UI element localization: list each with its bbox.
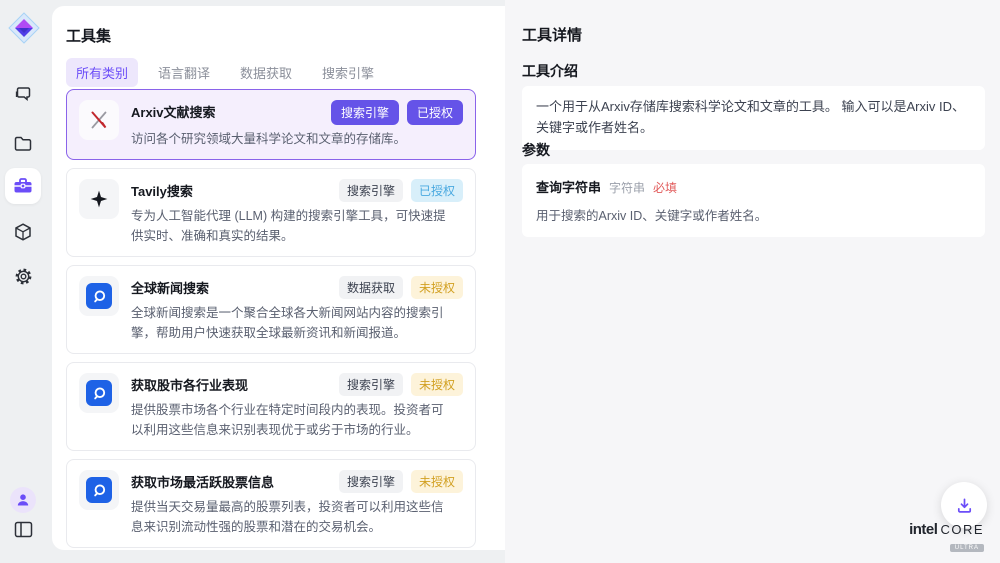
gear-icon <box>13 266 34 287</box>
news-search-icon <box>79 276 119 316</box>
tab-all-categories[interactable]: 所有类别 <box>66 58 138 87</box>
tab-data-fetch[interactable]: 数据获取 <box>230 58 302 87</box>
category-badge: 搜索引擎 <box>339 179 403 202</box>
panel-toggle-icon <box>14 521 33 538</box>
user-avatar-icon <box>15 492 31 508</box>
folder-icon <box>13 134 33 154</box>
user-avatar[interactable] <box>10 487 36 513</box>
cube-icon <box>13 222 33 242</box>
sidebar-item-toolbox[interactable] <box>5 168 41 204</box>
tool-name: 全球新闻搜索 <box>131 276 209 297</box>
intel-core-logo: intel CORE ULTRA <box>909 522 984 553</box>
param-name: 查询字符串 <box>536 177 601 196</box>
status-badge: 已授权 <box>411 179 463 202</box>
param-required-label: 必填 <box>653 179 677 196</box>
tool-card-tavily[interactable]: Tavily搜索 搜索引擎 已授权 专为人工智能代理 (LLM) 构建的搜索引擎… <box>66 168 476 257</box>
tool-description: 全球新闻搜索是一个聚合全球各大新闻网站内容的搜索引擎，帮助用户快速获取全球最新资… <box>131 303 453 343</box>
tool-name: 获取市场最活跃股票信息 <box>131 470 274 491</box>
sidebar-collapse-toggle[interactable] <box>8 514 38 544</box>
status-badge: 未授权 <box>411 470 463 493</box>
sidebar-item-chat[interactable] <box>5 76 41 112</box>
tool-name: 获取股市各行业表现 <box>131 373 248 394</box>
sidebar-item-files[interactable] <box>5 126 41 162</box>
intro-card: 一个用于从Arxiv存储库搜索科学论文和文章的工具。 输入可以是Arxiv ID… <box>522 86 985 150</box>
status-badge: 已授权 <box>407 100 463 125</box>
category-badge: 数据获取 <box>339 276 403 299</box>
download-icon <box>955 496 974 515</box>
tool-card-global-news-search[interactable]: 全球新闻搜索 数据获取 未授权 全球新闻搜索是一个聚合全球各大新闻网站内容的搜索… <box>66 265 476 354</box>
tool-list: Arxiv文献搜索 搜索引擎 已授权 访问各个研究领域大量科学论文和文章的存储库… <box>66 89 476 551</box>
param-card: 查询字符串 字符串 必填 用于搜索的Arxiv ID、关键字或作者姓名。 <box>522 164 985 237</box>
tool-description: 访问各个研究领域大量科学论文和文章的存储库。 <box>131 129 453 149</box>
tool-name: Tavily搜索 <box>131 179 193 200</box>
status-badge: 未授权 <box>411 373 463 396</box>
tool-card-sector-performance[interactable]: 获取股市各行业表现 搜索引擎 未授权 提供股票市场各个行业在特定时间段内的表现。… <box>66 362 476 451</box>
sidebar-item-packages[interactable] <box>5 214 41 250</box>
status-badge: 未授权 <box>411 276 463 299</box>
toolbox-icon <box>12 175 34 197</box>
sparkle-icon <box>79 179 119 219</box>
detail-title: 工具详情 <box>522 24 582 45</box>
param-type: 字符串 <box>609 179 645 196</box>
tool-description: 专为人工智能代理 (LLM) 构建的搜索引擎工具，可快速提供实时、准确和真实的结… <box>131 206 453 246</box>
tool-description: 提供股票市场各个行业在特定时间段内的表现。投资者可以利用这些信息来识别表现优于或… <box>131 400 453 440</box>
params-heading: 参数 <box>522 140 550 160</box>
app-logo-icon <box>8 12 40 44</box>
tools-panel-title: 工具集 <box>66 25 111 46</box>
brand-secondary: CORE <box>940 523 984 536</box>
tool-detail-panel: 工具详情 工具介绍 一个用于从Arxiv存储库搜索科学论文和文章的工具。 输入可… <box>505 0 1000 563</box>
category-tabs: 所有类别 语言翻译 数据获取 搜索引擎 <box>66 58 384 87</box>
arxiv-icon <box>79 100 119 140</box>
brand-badge: ULTRA <box>950 544 984 552</box>
tool-description: 提供当天交易量最高的股票列表，投资者可以利用这些信息来识别流动性强的股票和潜在的… <box>131 497 453 537</box>
news-search-icon <box>79 470 119 510</box>
category-badge: 搜索引擎 <box>331 100 399 125</box>
tool-card-arxiv[interactable]: Arxiv文献搜索 搜索引擎 已授权 访问各个研究领域大量科学论文和文章的存储库… <box>66 89 476 160</box>
tool-name: Arxiv文献搜索 <box>131 100 216 121</box>
category-badge: 搜索引擎 <box>339 373 403 396</box>
category-badge: 搜索引擎 <box>339 470 403 493</box>
tab-search-engine[interactable]: 搜索引擎 <box>312 58 384 87</box>
tab-language-translation[interactable]: 语言翻译 <box>148 58 220 87</box>
sidebar-item-settings[interactable] <box>5 258 41 294</box>
news-search-icon <box>79 373 119 413</box>
chat-icon <box>13 84 33 104</box>
left-sidebar <box>0 0 46 563</box>
brand-primary: intel <box>909 522 937 537</box>
tool-card-most-active-stocks[interactable]: 获取市场最活跃股票信息 搜索引擎 未授权 提供当天交易量最高的股票列表，投资者可… <box>66 459 476 548</box>
tools-panel: 工具集 所有类别 语言翻译 数据获取 搜索引擎 Arxiv文献搜索 搜索引擎 已… <box>52 6 505 550</box>
intro-heading: 工具介绍 <box>522 61 578 81</box>
param-description: 用于搜索的Arxiv ID、关键字或作者姓名。 <box>536 205 971 224</box>
